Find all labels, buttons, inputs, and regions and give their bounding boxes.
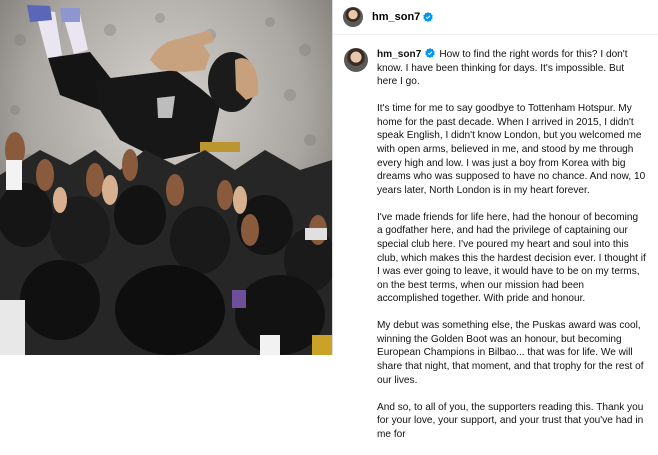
verified-badge-icon: [423, 12, 434, 22]
caption-username-link[interactable]: hm_son7: [377, 49, 421, 60]
post-photo[interactable]: [0, 0, 332, 355]
caption-paragraph-4: My debut was something else, the Puskas …: [377, 320, 644, 386]
caption-avatar[interactable]: [344, 48, 368, 72]
profile-avatar[interactable]: [343, 7, 363, 27]
post-header: hm_son7: [333, 0, 658, 35]
caption-text: hm_son7 How to find the right words for t…: [377, 48, 646, 455]
caption-paragraph-2: It's time for me to say goodbye to Totte…: [377, 103, 646, 196]
instagram-post: hm_son7 hm_son7 How to find the right wor…: [0, 0, 658, 440]
username-link[interactable]: hm_son7: [372, 11, 420, 23]
caption-block: hm_son7 How to find the right words for t…: [333, 35, 658, 455]
caption-paragraph: hm_son7 How to find the right words for t…: [377, 48, 646, 89]
post-sidebar: hm_son7 hm_son7 How to find the right wor…: [332, 0, 658, 440]
caption-paragraph-5: And so, to all of you, the supporters re…: [377, 401, 644, 440]
caption-paragraph-3: I've made friends for life here, had the…: [377, 211, 646, 305]
verified-badge-icon: [425, 48, 436, 58]
celebration-photo-illustration: [0, 0, 332, 355]
